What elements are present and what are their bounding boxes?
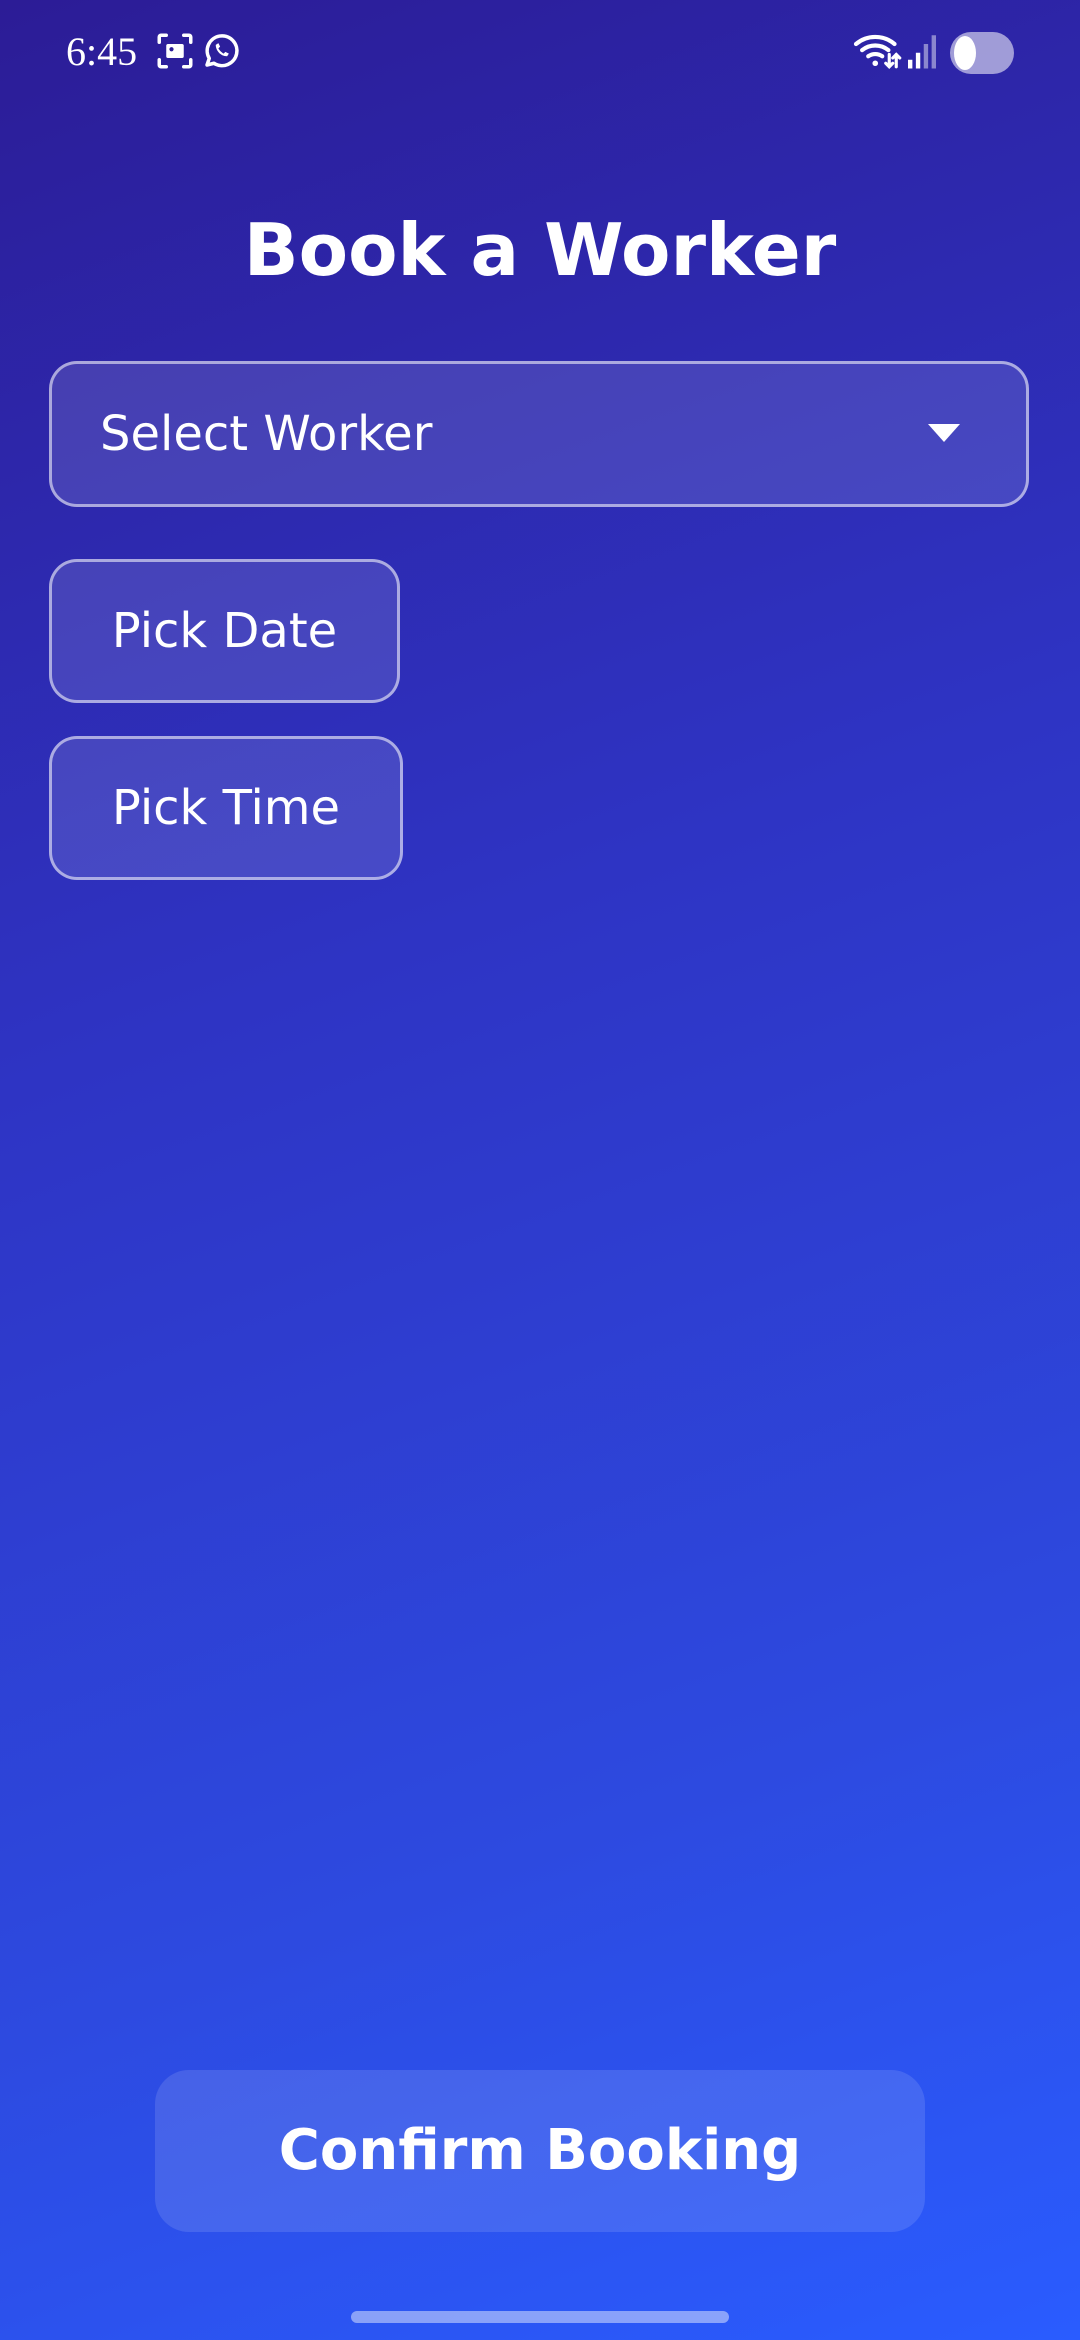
page-title: Book a Worker <box>243 208 837 292</box>
pick-date-button[interactable]: Pick Date <box>49 559 400 703</box>
wifi-icon <box>852 30 902 72</box>
whatsapp-icon <box>200 30 242 72</box>
battery-icon <box>950 32 1014 74</box>
screenshot-icon <box>154 30 196 72</box>
home-indicator[interactable] <box>351 2311 729 2323</box>
select-worker-dropdown[interactable]: Select Worker <box>49 361 1029 507</box>
pick-time-button[interactable]: Pick Time <box>49 736 403 880</box>
select-worker-label: Select Worker <box>100 406 433 462</box>
status-time: 6:45 <box>66 29 138 74</box>
confirm-booking-button[interactable]: Confirm Booking <box>155 2070 925 2232</box>
signal-icon <box>906 30 938 72</box>
status-bar: 6:45 <box>0 0 1080 100</box>
caret-down-icon <box>928 424 960 442</box>
